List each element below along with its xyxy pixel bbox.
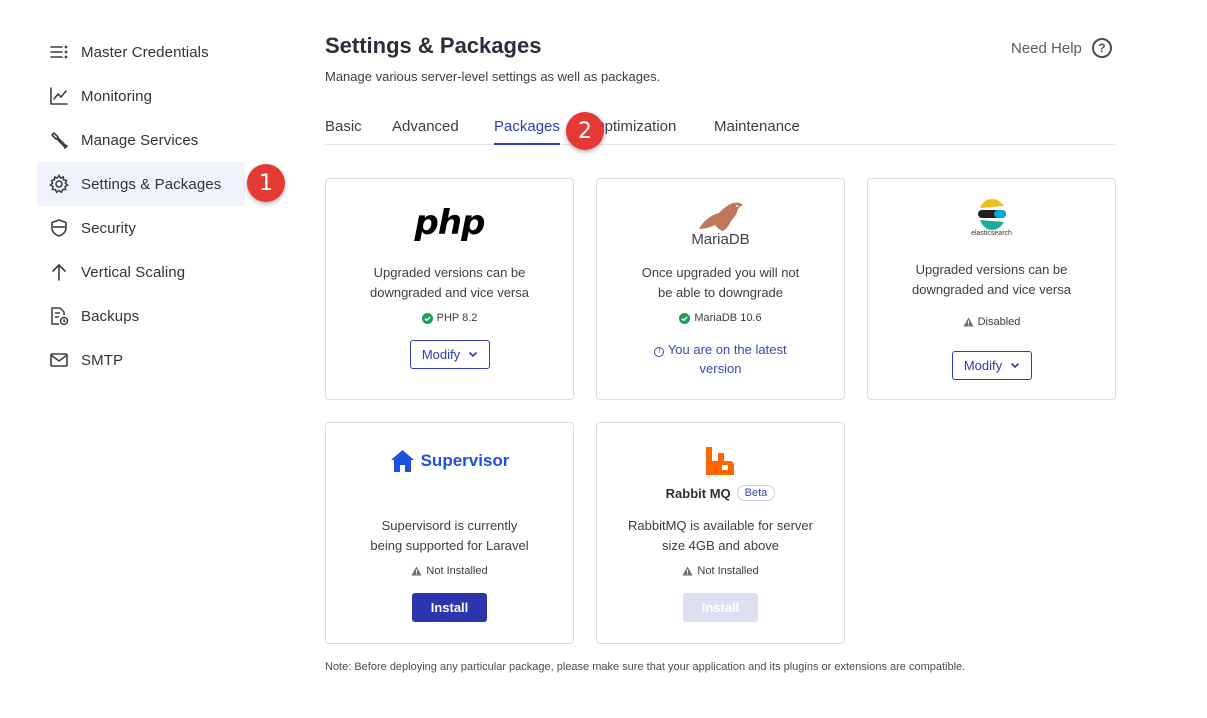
supervisor-logo: Supervisor xyxy=(326,449,573,473)
elasticsearch-description-line2: downgraded and vice versa xyxy=(912,282,1071,297)
mail-icon xyxy=(49,350,69,370)
supervisor-description-line2: being supported for Laravel xyxy=(370,538,529,553)
tab-optimization[interactable]: Optimization xyxy=(593,118,676,145)
package-card-elasticsearch: elasticsearch Upgraded versions can be d… xyxy=(867,178,1116,400)
rabbitmq-status: Not Installed xyxy=(597,565,844,577)
help-icon: ? xyxy=(1091,38,1112,58)
tab-bar: Basic Advanced Packages Optimization Mai… xyxy=(325,112,1115,145)
php-status: PHP 8.2 xyxy=(326,312,573,324)
mariadb-description-line1: Once upgraded you will not xyxy=(641,265,800,280)
list-icon xyxy=(49,42,69,62)
elasticsearch-status-label: Disabled xyxy=(977,316,1021,328)
rabbitmq-description-line1: RabbitMQ is available for server xyxy=(628,518,813,533)
mariadb-logo: MariaDB xyxy=(597,199,844,248)
php-modify-label: Modify xyxy=(421,347,461,362)
warning-icon xyxy=(963,317,974,327)
sidebar-item-label: SMTP xyxy=(81,351,124,369)
mariadb-status: MariaDB 10.6 xyxy=(597,312,844,324)
compatibility-note: Note: Before deploying any particular pa… xyxy=(325,661,966,673)
sidebar-item-label: Vertical Scaling xyxy=(81,263,186,281)
sidebar-item-backups[interactable]: Backups xyxy=(37,294,245,338)
gear-icon xyxy=(49,174,69,194)
package-card-rabbitmq: Rabbit MQ Beta RabbitMQ is available for… xyxy=(596,422,845,644)
check-circle-icon xyxy=(679,312,691,324)
sidebar-item-security[interactable]: Security xyxy=(37,206,245,250)
tab-basic[interactable]: Basic xyxy=(325,118,362,145)
mariadb-description-line2: be able to downgrade xyxy=(657,285,784,300)
page-subtitle: Manage various server-level settings as … xyxy=(325,69,661,84)
php-logo: php xyxy=(414,203,486,243)
seal-icon xyxy=(597,199,844,233)
step-2-badge-overlay: 2 xyxy=(566,112,604,150)
rabbitmq-install-button[interactable]: Install xyxy=(683,593,758,622)
arrow-up-icon xyxy=(49,262,69,282)
supervisor-status-label: Not Installed xyxy=(426,565,488,577)
sidebar-item-label: Monitoring xyxy=(81,87,153,105)
warning-icon xyxy=(411,566,422,576)
elasticsearch-logo: elasticsearch xyxy=(868,197,1115,237)
shield-icon xyxy=(49,218,69,238)
php-status-label: PHP 8.2 xyxy=(436,312,478,324)
chevron-down-icon xyxy=(468,351,478,358)
wrench-icon xyxy=(49,130,69,150)
chart-icon xyxy=(49,86,69,106)
warning-icon xyxy=(682,566,693,576)
elasticsearch-status: Disabled xyxy=(868,316,1115,328)
check-circle-icon xyxy=(421,312,433,324)
php-description-line1: Upgraded versions can be xyxy=(373,265,526,280)
step-1-badge: 1 xyxy=(247,164,285,202)
elasticsearch-modify-button[interactable]: Modify xyxy=(952,351,1032,380)
chevron-down-icon xyxy=(1010,362,1020,369)
php-modify-button[interactable]: Modify xyxy=(410,340,490,369)
rabbitmq-status-label: Not Installed xyxy=(697,565,759,577)
latest-line1: You are on the latest xyxy=(667,342,787,357)
beta-badge: Beta xyxy=(736,485,776,501)
sidebar-item-label: Backups xyxy=(81,307,140,325)
sidebar-item-label: Settings & Packages xyxy=(81,175,222,193)
rabbitmq-description-line2: size 4GB and above xyxy=(661,538,780,553)
mariadb-latest-notice: ! You are on the latest version xyxy=(597,340,844,378)
supervisor-description-line1: Supervisord is currently xyxy=(381,518,518,533)
elasticsearch-description-line1: Upgraded versions can be xyxy=(915,262,1068,277)
rabbitmq-wordmark: Rabbit MQ xyxy=(665,485,731,501)
house-icon xyxy=(390,449,415,473)
sidebar-item-label: Master Credentials xyxy=(81,43,209,61)
package-card-supervisor: Supervisor Supervisord is currently bein… xyxy=(325,422,574,644)
need-help-label: Need Help xyxy=(1011,39,1082,57)
rabbitmq-icon xyxy=(704,445,736,482)
package-card-mariadb: MariaDB Once upgraded you will not be ab… xyxy=(596,178,845,400)
tab-maintenance[interactable]: Maintenance xyxy=(714,118,800,145)
backup-icon xyxy=(49,306,69,326)
elasticsearch-wordmark: elasticsearch xyxy=(971,230,1012,237)
page-title: Settings & Packages xyxy=(325,33,542,58)
need-help-button[interactable]: Need Help ? xyxy=(1011,38,1112,58)
supervisor-status: Not Installed xyxy=(326,565,573,577)
rabbitmq-title-row: Rabbit MQ Beta xyxy=(597,485,844,501)
latest-line2: version xyxy=(699,361,742,376)
tab-advanced[interactable]: Advanced xyxy=(392,118,459,145)
sidebar-item-smtp[interactable]: SMTP xyxy=(37,338,245,382)
tab-packages[interactable]: Packages xyxy=(494,118,560,145)
sidebar-item-master-credentials[interactable]: Master Credentials xyxy=(37,30,245,74)
sidebar-item-settings-packages[interactable]: Settings & Packages xyxy=(37,162,245,206)
sidebar-item-vertical-scaling[interactable]: Vertical Scaling xyxy=(37,250,245,294)
elasticsearch-icon xyxy=(868,197,1115,233)
sidebar-item-label: Manage Services xyxy=(81,131,199,149)
php-description-line2: downgraded and vice versa xyxy=(370,285,529,300)
sidebar-item-label: Security xyxy=(81,219,136,237)
sidebar-item-manage-services[interactable]: Manage Services xyxy=(37,118,245,162)
mariadb-status-label: MariaDB 10.6 xyxy=(694,312,762,324)
supervisor-wordmark: Supervisor xyxy=(420,451,510,470)
sidebar-item-monitoring[interactable]: Monitoring xyxy=(37,74,245,118)
mariadb-wordmark: MariaDB xyxy=(691,231,750,248)
elasticsearch-modify-label: Modify xyxy=(963,358,1003,373)
info-icon: ! xyxy=(654,347,665,357)
package-card-php: php Upgraded versions can be downgraded … xyxy=(325,178,574,400)
sidebar: Master Credentials Monitoring Manage Ser… xyxy=(37,30,245,382)
supervisor-install-button[interactable]: Install xyxy=(412,593,487,622)
